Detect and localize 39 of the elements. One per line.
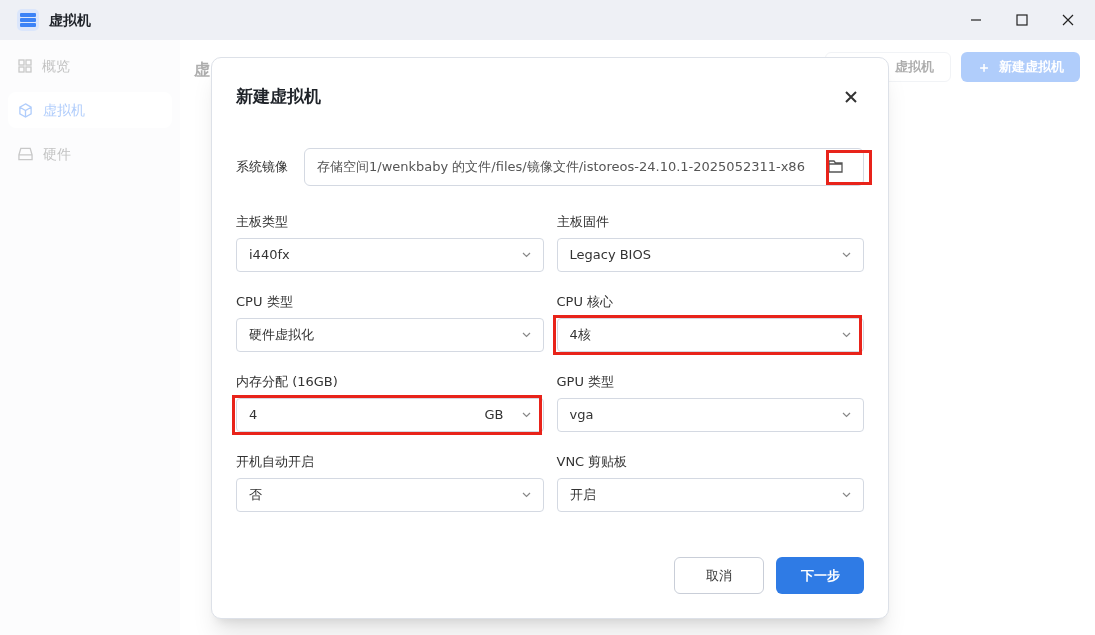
maximize-icon[interactable]	[1016, 14, 1028, 26]
select-field[interactable]: 硬件虚拟化	[236, 317, 544, 352]
image-path-field[interactable]: 存储空间1/wenkbaby 的文件/files/镜像文件/istoreos-24.10.1-2025052311-x86	[304, 147, 864, 186]
page-heading: 虚	[194, 59, 210, 81]
drive-icon	[18, 147, 33, 161]
field-label: 主板类型	[236, 212, 289, 230]
chevron-down-icon	[842, 411, 851, 418]
cancel-button[interactable]: 取消	[674, 557, 764, 594]
field-label: CPU 核心	[556, 292, 615, 310]
field-label: GPU 类型	[556, 372, 616, 390]
field-label: 主板固件	[556, 212, 610, 230]
select-field[interactable]: i440fx	[236, 237, 544, 272]
dialog-title: 新建虚拟机	[236, 85, 321, 108]
next-button[interactable]: 下一步	[776, 557, 864, 594]
chevron-down-icon	[842, 331, 851, 338]
chevron-down-icon	[842, 491, 851, 498]
cube-icon	[18, 102, 33, 118]
close-icon[interactable]	[844, 89, 858, 104]
field-label: 系统镜像	[236, 157, 289, 176]
field-label: CPU 类型	[236, 292, 294, 310]
select-field[interactable]: 否	[236, 477, 544, 512]
chevron-down-icon	[521, 411, 531, 418]
chevron-down-icon	[521, 251, 531, 258]
select-field[interactable]: 开启	[556, 477, 864, 512]
folder-icon[interactable]	[827, 160, 843, 173]
grid-icon	[18, 59, 32, 73]
field-label: 内存分配 (16GB)	[236, 372, 339, 390]
field-label: VNC 剪贴板	[556, 452, 629, 470]
chevron-down-icon	[521, 331, 531, 338]
window-title: 虚拟机	[49, 10, 91, 30]
app-icon	[17, 9, 39, 31]
select-field[interactable]: 4 GB	[236, 397, 544, 432]
close-icon[interactable]	[1062, 14, 1074, 26]
select-field[interactable]: Legacy BIOS	[556, 237, 864, 272]
select-field[interactable]: 4核	[556, 317, 864, 352]
chevron-down-icon	[521, 491, 531, 498]
chevron-down-icon	[842, 251, 851, 258]
select-field[interactable]: vga	[556, 397, 864, 432]
field-label: 开机自动开启	[236, 452, 315, 470]
